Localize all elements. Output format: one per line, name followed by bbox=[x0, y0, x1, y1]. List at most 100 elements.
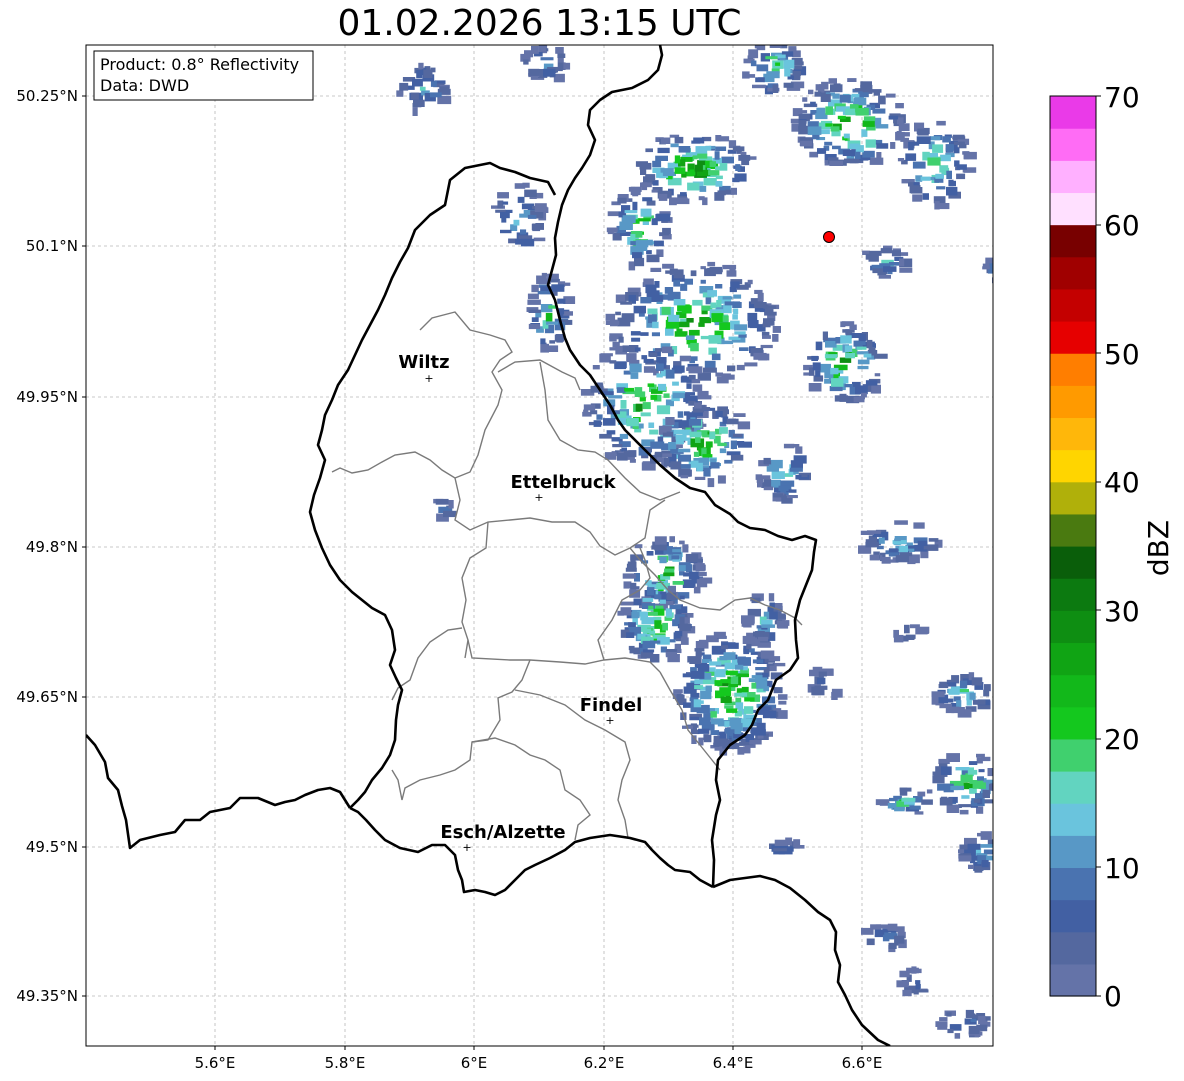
echo-cell bbox=[976, 1013, 986, 1017]
echo-cell bbox=[733, 308, 739, 315]
echo-cell bbox=[842, 149, 857, 156]
echo-cell bbox=[673, 280, 680, 287]
echo-cell bbox=[711, 353, 721, 361]
echo-cell bbox=[895, 555, 909, 563]
echo-cell bbox=[715, 146, 727, 151]
echo-cell bbox=[719, 427, 728, 434]
echo-cell bbox=[953, 141, 965, 145]
city-marker-icon: + bbox=[424, 372, 433, 385]
echo-cell bbox=[663, 572, 675, 577]
echo-cell bbox=[684, 278, 693, 285]
echo-cell bbox=[658, 193, 668, 201]
echo-cell bbox=[727, 365, 736, 372]
product-label: Product: 0.8° Reflectivity bbox=[100, 55, 299, 74]
echo-cell bbox=[622, 215, 636, 223]
echo-cell bbox=[609, 347, 623, 351]
city-label: Findel bbox=[580, 695, 643, 716]
echo-cell bbox=[632, 252, 643, 259]
echo-cell bbox=[758, 354, 768, 361]
echo-cell bbox=[696, 579, 708, 588]
echo-cell bbox=[643, 358, 654, 363]
echo-cell bbox=[412, 102, 422, 108]
echo-cell bbox=[640, 412, 651, 417]
echo-cell bbox=[640, 208, 652, 217]
echo-cell bbox=[609, 360, 617, 364]
echo-cell bbox=[735, 164, 741, 171]
echo-cell bbox=[641, 355, 648, 360]
echo-cell bbox=[610, 319, 618, 327]
echo-cell bbox=[692, 299, 703, 306]
echo-cell bbox=[891, 250, 901, 257]
colorbar-segment bbox=[1050, 610, 1096, 644]
echo-cell bbox=[689, 431, 702, 438]
echo-cell bbox=[824, 354, 838, 359]
echo-cell bbox=[863, 116, 876, 122]
echo-cell bbox=[858, 92, 869, 98]
echo-cell bbox=[618, 336, 624, 343]
echo-cell bbox=[738, 441, 752, 448]
echo-cell bbox=[932, 144, 944, 153]
echo-cell bbox=[946, 170, 952, 179]
echo-cell bbox=[948, 688, 960, 695]
echo-cell bbox=[715, 181, 723, 187]
echo-cell bbox=[832, 145, 841, 150]
echo-cell bbox=[699, 317, 712, 324]
echo-cell bbox=[626, 563, 633, 571]
echo-cell bbox=[652, 160, 662, 168]
lat-tick-label: 49.5°N bbox=[26, 838, 78, 856]
echo-cell bbox=[776, 620, 785, 629]
echo-cell bbox=[987, 768, 993, 777]
echo-cell bbox=[839, 94, 851, 103]
echo-cell bbox=[997, 267, 1010, 274]
colorbar-tick-label: 0 bbox=[1104, 980, 1122, 1013]
echo-cell bbox=[938, 203, 950, 210]
echo-cell bbox=[695, 563, 705, 572]
echo-cell bbox=[719, 687, 732, 696]
colorbar-segment bbox=[1050, 160, 1096, 194]
echo-cell bbox=[531, 317, 539, 322]
echo-cell bbox=[708, 170, 720, 176]
echo-cell bbox=[975, 793, 984, 799]
echo-cell bbox=[563, 62, 571, 70]
echo-cell bbox=[939, 703, 952, 709]
echo-cell bbox=[968, 864, 974, 869]
echo-cell bbox=[583, 409, 589, 414]
echo-cell bbox=[995, 776, 1006, 785]
echo-cell bbox=[730, 454, 744, 461]
echo-cell bbox=[514, 183, 526, 189]
echo-cell bbox=[741, 615, 755, 624]
echo-cell bbox=[939, 797, 953, 806]
echo-cell bbox=[622, 345, 634, 352]
echo-cell bbox=[661, 346, 673, 354]
city-label: Wiltz bbox=[398, 352, 449, 373]
echo-cell bbox=[631, 611, 640, 619]
echo-cell bbox=[677, 304, 690, 312]
echo-cell bbox=[670, 143, 679, 148]
colorbar-segment bbox=[1050, 706, 1096, 740]
echo-cell bbox=[821, 81, 829, 90]
echo-cell bbox=[675, 439, 684, 445]
echo-cell bbox=[809, 151, 819, 158]
echo-cell bbox=[857, 359, 870, 365]
echo-cell bbox=[693, 699, 702, 708]
echo-cell bbox=[885, 93, 896, 98]
echo-cell bbox=[680, 475, 689, 479]
echo-cell bbox=[664, 568, 675, 573]
echo-cell bbox=[783, 82, 794, 88]
echo-cell bbox=[717, 475, 726, 484]
echo-cell bbox=[939, 1017, 948, 1021]
echo-cell bbox=[647, 239, 653, 246]
echo-cell bbox=[890, 142, 896, 149]
colorbar-segment bbox=[1050, 771, 1096, 804]
echo-cell bbox=[642, 221, 649, 225]
echo-cell bbox=[768, 593, 775, 602]
colorbar-tick-label: 60 bbox=[1104, 209, 1140, 242]
echo-cell bbox=[978, 1015, 986, 1025]
echo-cell bbox=[719, 322, 731, 330]
echo-cell bbox=[927, 157, 941, 166]
echo-cell bbox=[698, 196, 705, 201]
echo-cell bbox=[695, 146, 708, 154]
echo-cell bbox=[714, 680, 723, 686]
echo-cell bbox=[899, 267, 913, 273]
echo-cell bbox=[734, 324, 748, 331]
